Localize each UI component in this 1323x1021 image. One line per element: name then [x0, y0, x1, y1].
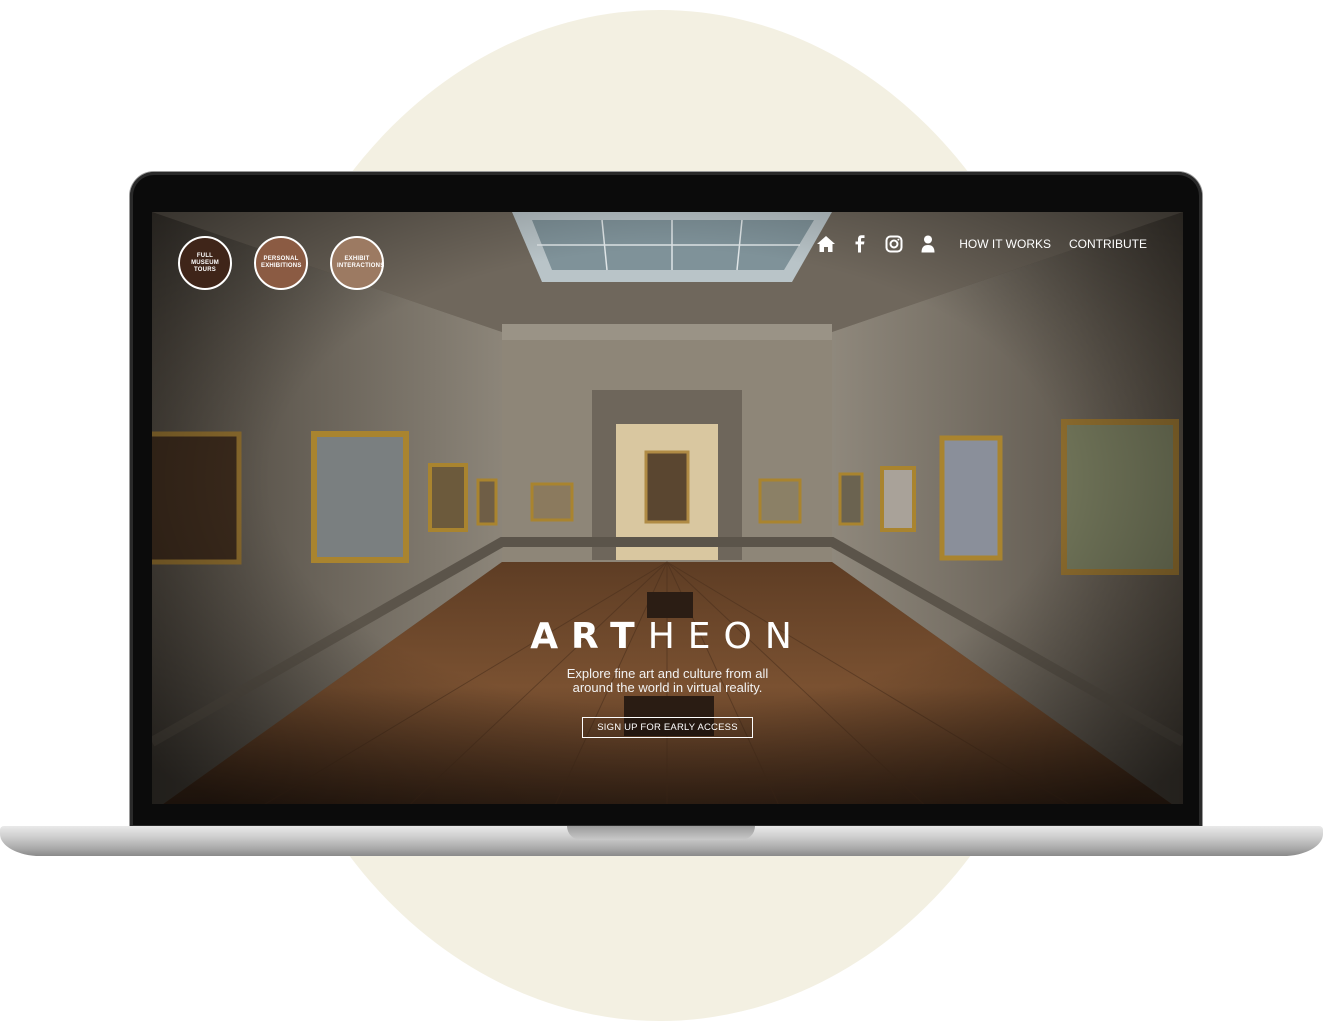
brand-light: HEON	[647, 616, 805, 657]
hero: ARTHEON Explore fine art and culture fro…	[152, 617, 1183, 738]
facebook-icon[interactable]	[849, 233, 871, 255]
full-museum-tours-button[interactable]: FULL MUSEUM TOURS	[178, 236, 232, 290]
personal-exhibitions-button[interactable]: PERSONAL EXHIBITIONS	[254, 236, 308, 290]
user-icon[interactable]	[917, 233, 939, 255]
brand-bold: ART	[530, 616, 648, 657]
contribute-link[interactable]: CONTRIBUTE	[1069, 237, 1147, 251]
laptop-screen: FULL MUSEUM TOURS PERSONAL EXHIBITIONS E…	[152, 212, 1183, 804]
early-access-button[interactable]: SIGN UP FOR EARLY ACCESS	[582, 717, 753, 738]
top-nav: HOW IT WORKS CONTRIBUTE	[815, 232, 1157, 256]
how-it-works-link[interactable]: HOW IT WORKS	[959, 237, 1051, 251]
personal-exhibitions-label: PERSONAL EXHIBITIONS	[261, 256, 302, 269]
laptop-notch	[567, 826, 755, 840]
exhibit-interactions-label: EXHIBIT INTERACTIONS	[337, 256, 385, 269]
full-museum-tours-label: FULL MUSEUM TOURS	[191, 252, 219, 273]
exhibit-interactions-button[interactable]: EXHIBIT INTERACTIONS	[330, 236, 384, 290]
home-icon[interactable]	[815, 233, 837, 255]
hero-tagline: Explore fine art and culture from all ar…	[566, 666, 769, 695]
brand-logo: ARTHEON	[152, 617, 1183, 657]
instagram-icon[interactable]	[883, 233, 905, 255]
